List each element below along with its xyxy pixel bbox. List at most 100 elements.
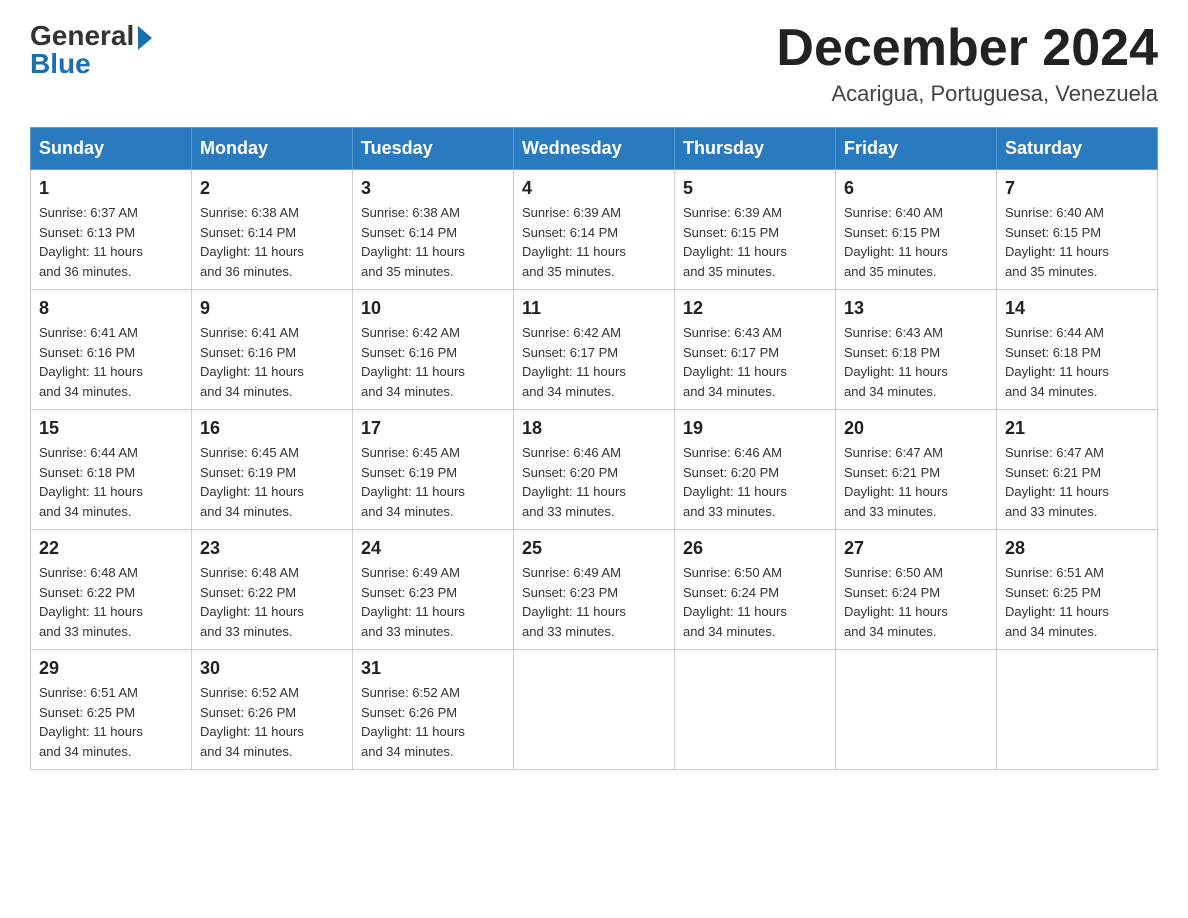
day-number: 25 <box>522 538 666 559</box>
calendar-cell: 12Sunrise: 6:43 AMSunset: 6:17 PMDayligh… <box>675 290 836 410</box>
col-header-wednesday: Wednesday <box>514 128 675 170</box>
day-number: 28 <box>1005 538 1149 559</box>
calendar-cell: 26 Sunrise: 6:50 AMSunset: 6:24 PMDayligh… <box>675 530 836 650</box>
calendar-cell: 24 Sunrise: 6:49 AMSunset: 6:23 PMDayligh… <box>353 530 514 650</box>
calendar-cell: 22Sunrise: 6:48 AMSunset: 6:22 PMDayligh… <box>31 530 192 650</box>
day-number: 8 <box>39 298 183 319</box>
calendar-cell: 4Sunrise: 6:39 AMSunset: 6:14 PMDaylight… <box>514 170 675 290</box>
week-row-4: 22 Sunrise: 6:48 AMSunset: 6:22 PMDayligh… <box>31 530 1158 650</box>
day-number: 6 <box>844 178 988 199</box>
calendar-cell: 27 Sunrise: 6:50 AMSunset: 6:24 PMDayligh… <box>836 530 997 650</box>
calendar-table: SundayMondayTuesdayWednesdayThursdayFrid… <box>30 127 1158 770</box>
week-row-2: 8Sunrise: 6:41 AMSunset: 6:16 PMDaylight… <box>31 290 1158 410</box>
day-number: 16 <box>200 418 344 439</box>
week-row-5: 29Sunrise: 6:51 AMSunset: 6:25 PMDayligh… <box>31 650 1158 770</box>
location-subtitle: Acarigua, Portuguesa, Venezuela <box>776 81 1158 107</box>
day-info: Sunrise: 6:44 AMSunset: 6:18 PMDaylight:… <box>39 443 183 521</box>
calendar-cell: 7 Sunrise: 6:40 AMSunset: 6:15 PMDaylight… <box>997 170 1158 290</box>
day-info: Sunrise: 6:46 AMSunset: 6:20 PMDaylight:… <box>522 443 666 521</box>
day-number: 9 <box>200 298 344 319</box>
day-info: Sunrise: 6:49 AMSunset: 6:23 PMDaylight:… <box>361 563 505 641</box>
calendar-cell: 30Sunrise: 6:52 AMSunset: 6:26 PMDayligh… <box>192 650 353 770</box>
day-number: 29 <box>39 658 183 679</box>
calendar-cell <box>514 650 675 770</box>
col-header-sunday: Sunday <box>31 128 192 170</box>
month-year-title: December 2024 <box>776 20 1158 77</box>
day-number: 18 <box>522 418 666 439</box>
day-number: 19 <box>683 418 827 439</box>
day-info: Sunrise: 6:40 AMSunset: 6:15 PMDaylight:… <box>1005 203 1149 281</box>
week-row-3: 15 Sunrise: 6:44 AMSunset: 6:18 PMDayligh… <box>31 410 1158 530</box>
calendar-cell: 2 Sunrise: 6:38 AMSunset: 6:14 PMDaylight… <box>192 170 353 290</box>
day-info: Sunrise: 6:39 AMSunset: 6:15 PMDaylight:… <box>683 203 827 281</box>
calendar-cell: 6 Sunrise: 6:40 AMSunset: 6:15 PMDaylight… <box>836 170 997 290</box>
calendar-cell: 23 Sunrise: 6:48 AMSunset: 6:22 PMDayligh… <box>192 530 353 650</box>
week-row-1: 1Sunrise: 6:37 AMSunset: 6:13 PMDaylight… <box>31 170 1158 290</box>
day-info: Sunrise: 6:47 AMSunset: 6:21 PMDaylight:… <box>844 443 988 521</box>
calendar-cell: 1Sunrise: 6:37 AMSunset: 6:13 PMDaylight… <box>31 170 192 290</box>
day-number: 27 <box>844 538 988 559</box>
day-number: 22 <box>39 538 183 559</box>
calendar-cell: 14Sunrise: 6:44 AMSunset: 6:18 PMDayligh… <box>997 290 1158 410</box>
day-number: 5 <box>683 178 827 199</box>
day-info: Sunrise: 6:43 AMSunset: 6:18 PMDaylight:… <box>844 323 988 401</box>
logo-arrow-icon <box>138 26 152 50</box>
calendar-cell: 29Sunrise: 6:51 AMSunset: 6:25 PMDayligh… <box>31 650 192 770</box>
day-info: Sunrise: 6:42 AMSunset: 6:16 PMDaylight:… <box>361 323 505 401</box>
day-number: 15 <box>39 418 183 439</box>
col-header-monday: Monday <box>192 128 353 170</box>
col-header-friday: Friday <box>836 128 997 170</box>
calendar-cell: 17 Sunrise: 6:45 AMSunset: 6:19 PMDayligh… <box>353 410 514 530</box>
logo: General Blue <box>30 20 152 80</box>
day-number: 20 <box>844 418 988 439</box>
day-info: Sunrise: 6:49 AMSunset: 6:23 PMDaylight:… <box>522 563 666 641</box>
day-number: 24 <box>361 538 505 559</box>
day-info: Sunrise: 6:42 AMSunset: 6:17 PMDaylight:… <box>522 323 666 401</box>
day-number: 4 <box>522 178 666 199</box>
day-number: 13 <box>844 298 988 319</box>
calendar-cell: 3 Sunrise: 6:38 AMSunset: 6:14 PMDaylight… <box>353 170 514 290</box>
calendar-cell: 5 Sunrise: 6:39 AMSunset: 6:15 PMDaylight… <box>675 170 836 290</box>
day-info: Sunrise: 6:46 AMSunset: 6:20 PMDaylight:… <box>683 443 827 521</box>
day-number: 26 <box>683 538 827 559</box>
col-header-saturday: Saturday <box>997 128 1158 170</box>
day-number: 3 <box>361 178 505 199</box>
day-number: 2 <box>200 178 344 199</box>
day-info: Sunrise: 6:48 AMSunset: 6:22 PMDaylight:… <box>200 563 344 641</box>
calendar-cell <box>836 650 997 770</box>
day-number: 17 <box>361 418 505 439</box>
day-info: Sunrise: 6:38 AMSunset: 6:14 PMDaylight:… <box>361 203 505 281</box>
day-number: 11 <box>522 298 666 319</box>
col-header-thursday: Thursday <box>675 128 836 170</box>
calendar-cell <box>675 650 836 770</box>
calendar-cell: 19 Sunrise: 6:46 AMSunset: 6:20 PMDayligh… <box>675 410 836 530</box>
day-number: 7 <box>1005 178 1149 199</box>
day-number: 21 <box>1005 418 1149 439</box>
calendar-cell: 16 Sunrise: 6:45 AMSunset: 6:19 PMDayligh… <box>192 410 353 530</box>
day-number: 23 <box>200 538 344 559</box>
calendar-cell: 9Sunrise: 6:41 AMSunset: 6:16 PMDaylight… <box>192 290 353 410</box>
calendar-cell: 28 Sunrise: 6:51 AMSunset: 6:25 PMDayligh… <box>997 530 1158 650</box>
calendar-cell: 21Sunrise: 6:47 AMSunset: 6:21 PMDayligh… <box>997 410 1158 530</box>
day-info: Sunrise: 6:44 AMSunset: 6:18 PMDaylight:… <box>1005 323 1149 401</box>
calendar-cell: 18 Sunrise: 6:46 AMSunset: 6:20 PMDayligh… <box>514 410 675 530</box>
day-info: Sunrise: 6:51 AMSunset: 6:25 PMDaylight:… <box>1005 563 1149 641</box>
calendar-cell <box>997 650 1158 770</box>
day-info: Sunrise: 6:45 AMSunset: 6:19 PMDaylight:… <box>200 443 344 521</box>
day-info: Sunrise: 6:40 AMSunset: 6:15 PMDaylight:… <box>844 203 988 281</box>
day-info: Sunrise: 6:38 AMSunset: 6:14 PMDaylight:… <box>200 203 344 281</box>
calendar-cell: 31Sunrise: 6:52 AMSunset: 6:26 PMDayligh… <box>353 650 514 770</box>
day-info: Sunrise: 6:37 AMSunset: 6:13 PMDaylight:… <box>39 203 183 281</box>
day-info: Sunrise: 6:52 AMSunset: 6:26 PMDaylight:… <box>200 683 344 761</box>
day-info: Sunrise: 6:50 AMSunset: 6:24 PMDaylight:… <box>844 563 988 641</box>
day-info: Sunrise: 6:43 AMSunset: 6:17 PMDaylight:… <box>683 323 827 401</box>
day-info: Sunrise: 6:52 AMSunset: 6:26 PMDaylight:… <box>361 683 505 761</box>
calendar-cell: 10Sunrise: 6:42 AMSunset: 6:16 PMDayligh… <box>353 290 514 410</box>
day-info: Sunrise: 6:45 AMSunset: 6:19 PMDaylight:… <box>361 443 505 521</box>
calendar-header-row: SundayMondayTuesdayWednesdayThursdayFrid… <box>31 128 1158 170</box>
title-section: December 2024 Acarigua, Portuguesa, Vene… <box>776 20 1158 107</box>
calendar-cell: 25 Sunrise: 6:49 AMSunset: 6:23 PMDayligh… <box>514 530 675 650</box>
calendar-cell: 13 Sunrise: 6:43 AMSunset: 6:18 PMDayligh… <box>836 290 997 410</box>
col-header-tuesday: Tuesday <box>353 128 514 170</box>
day-info: Sunrise: 6:50 AMSunset: 6:24 PMDaylight:… <box>683 563 827 641</box>
